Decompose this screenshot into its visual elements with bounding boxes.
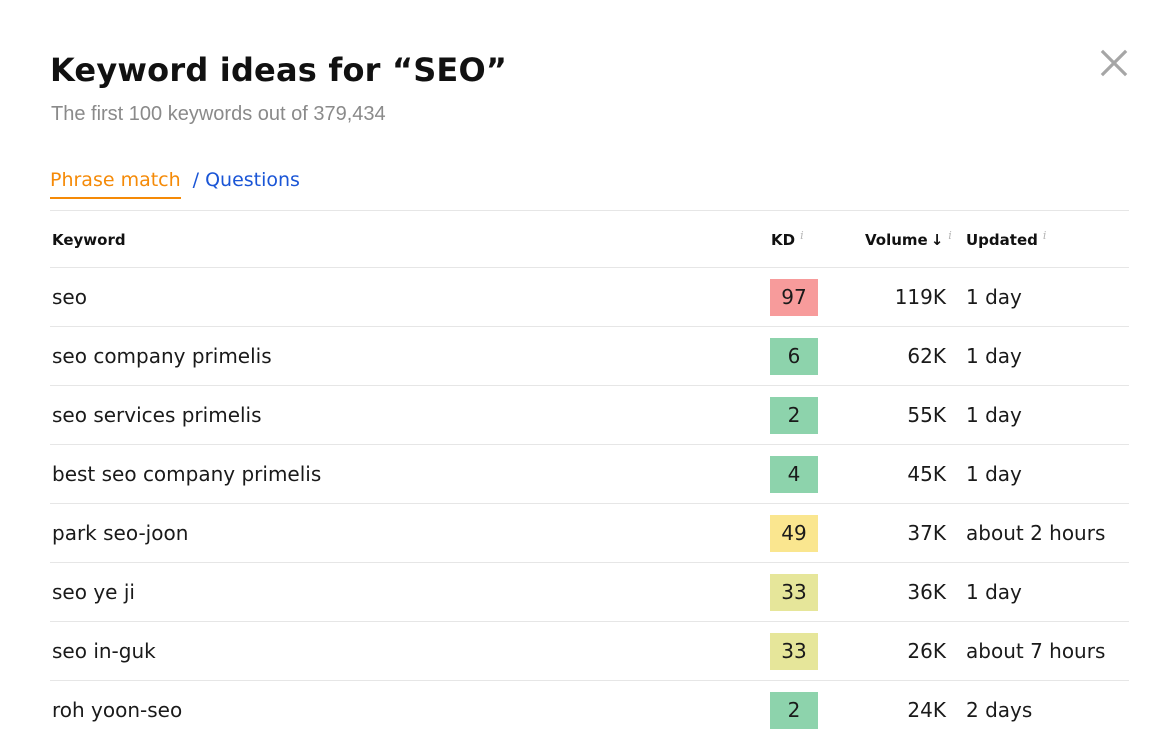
volume-value: 62K [907,344,946,368]
keyword-link[interactable]: seo services primelis [52,403,262,427]
updated-value: about 7 hours [966,639,1106,663]
table-body: seo 97 119K 1 day seo company primelis 6 62K 1 … [50,268,1129,739]
keyword-link[interactable]: best seo company primelis [52,462,321,486]
keyword-link[interactable]: seo [52,285,87,309]
column-header-keyword[interactable]: Keyword [52,230,126,250]
table-row[interactable]: seo ye ji 33 36K 1 day [50,563,1129,622]
keyword-link[interactable]: seo company primelis [52,344,272,368]
close-button[interactable] [1099,48,1129,78]
close-x-icon [1100,49,1128,77]
info-icon[interactable]: i [1043,229,1047,242]
dialog-title: Keyword ideas for “SEO” [50,51,508,89]
column-header-volume[interactable]: Volume ↓ i [865,229,952,250]
table-row[interactable]: roh yoon-seo 2 24K 2 days [50,681,1129,739]
column-header-kd[interactable]: KD i [771,229,804,250]
keyword-link[interactable]: seo in-guk [52,639,156,663]
table-header: Keyword KD i Volume ↓ i Updated i [50,211,1129,268]
updated-value: 1 day [966,403,1022,427]
kd-badge: 33 [770,574,818,611]
volume-value: 26K [907,639,946,663]
table-row[interactable]: park seo-joon 49 37K about 2 hours [50,504,1129,563]
updated-value: 1 day [966,285,1022,309]
kd-badge: 97 [770,279,818,316]
updated-value: 1 day [966,344,1022,368]
volume-value: 37K [907,521,946,545]
updated-value: 1 day [966,580,1022,604]
dialog-subtitle: The first 100 keywords out of 379,434 [51,103,386,125]
kd-badge: 49 [770,515,818,552]
sort-descending-icon: ↓ [930,231,944,249]
column-header-volume-label: Volume [865,231,928,249]
volume-value: 45K [907,462,946,486]
table-row[interactable]: seo company primelis 6 62K 1 day [50,327,1129,386]
table-row[interactable]: seo in-guk 33 26K about 7 hours [50,622,1129,681]
tabs: Phrase match / Questions [50,166,300,200]
updated-value: about 2 hours [966,521,1106,545]
column-header-kd-label: KD [771,231,796,249]
volume-value: 55K [907,403,946,427]
keyword-link[interactable]: roh yoon-seo [52,698,182,722]
keywords-table: Keyword KD i Volume ↓ i Updated i seo 97 119K 1… [50,211,1129,739]
column-header-updated-label: Updated [966,231,1038,249]
volume-value: 119K [894,285,946,309]
tab-questions[interactable]: Questions [205,166,300,194]
column-header-updated[interactable]: Updated i [966,229,1047,250]
updated-value: 1 day [966,462,1022,486]
kd-badge: 4 [770,456,818,493]
kd-badge: 2 [770,692,818,729]
keyword-link[interactable]: park seo-joon [52,521,188,545]
info-icon[interactable]: i [948,229,952,242]
tab-phrase-match[interactable]: Phrase match [50,166,181,199]
table-row[interactable]: seo 97 119K 1 day [50,268,1129,327]
keyword-link[interactable]: seo ye ji [52,580,135,604]
table-row[interactable]: seo services primelis 2 55K 1 day [50,386,1129,445]
table-row[interactable]: best seo company primelis 4 45K 1 day [50,445,1129,504]
tab-separator: / [192,169,200,191]
kd-badge: 6 [770,338,818,375]
volume-value: 36K [907,580,946,604]
updated-value: 2 days [966,698,1033,722]
info-icon[interactable]: i [800,229,804,242]
kd-badge: 2 [770,397,818,434]
volume-value: 24K [907,698,946,722]
kd-badge: 33 [770,633,818,670]
